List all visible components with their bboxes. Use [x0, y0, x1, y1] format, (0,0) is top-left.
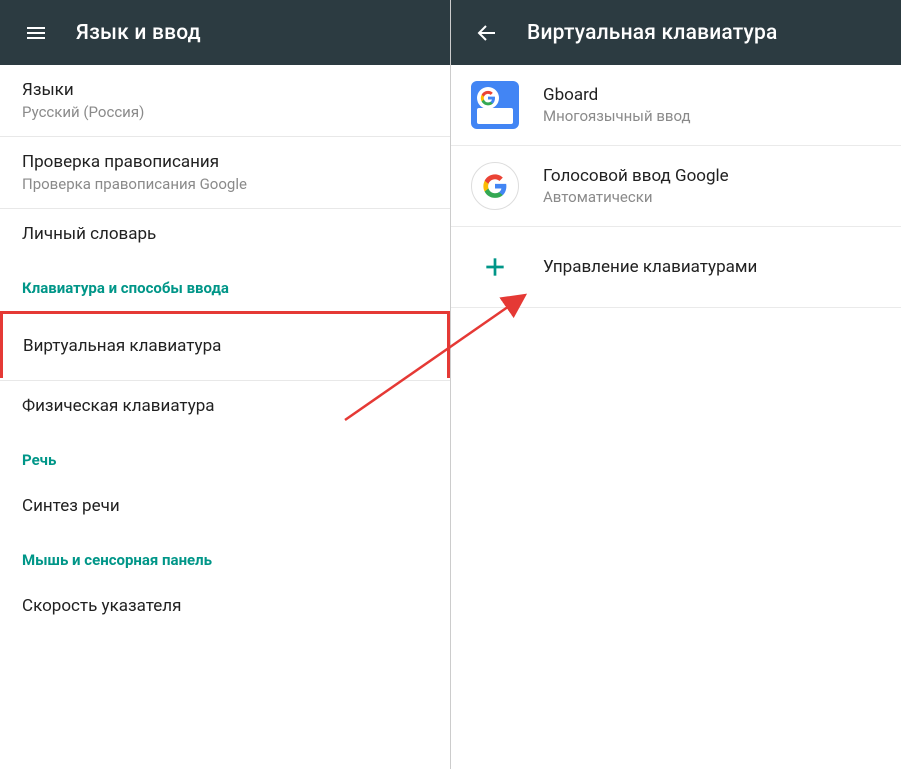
- row-pointer-speed-title: Скорость указателя: [22, 596, 428, 616]
- page-title-right: Виртуальная клавиатура: [527, 21, 778, 45]
- row-manage-keyboards[interactable]: Управление клавиатурами: [451, 227, 901, 308]
- row-spellcheck-title: Проверка правописания: [22, 152, 428, 172]
- virtual-keyboard-settings: Виртуальная клавиатура Gboard Многоязычн…: [451, 0, 901, 769]
- row-tts[interactable]: Синтез речи: [0, 481, 450, 531]
- row-gvoice-title: Голосовой ввод Google: [543, 166, 729, 186]
- row-gboard-title: Gboard: [543, 85, 691, 105]
- row-google-voice[interactable]: Голосовой ввод Google Автоматически: [451, 146, 901, 227]
- row-spellcheck[interactable]: Проверка правописания Проверка правописа…: [0, 137, 450, 209]
- row-virtual-keyboard[interactable]: Виртуальная клавиатура: [0, 311, 450, 378]
- row-gvoice-subtitle: Автоматически: [543, 188, 729, 206]
- keyboard-list: Gboard Многоязычный ввод Голосовой ввод …: [451, 65, 901, 769]
- section-mouse: Мышь и сенсорная панель: [0, 531, 450, 581]
- page-title-left: Язык и ввод: [76, 21, 201, 45]
- row-physical-keyboard[interactable]: Физическая клавиатура: [0, 380, 450, 431]
- row-languages-subtitle: Русский (Россия): [22, 103, 428, 121]
- row-gboard-subtitle: Многоязычный ввод: [543, 107, 691, 125]
- row-dictionary-title: Личный словарь: [22, 224, 428, 244]
- row-dictionary[interactable]: Личный словарь: [0, 209, 450, 259]
- menu-icon[interactable]: [14, 11, 58, 55]
- row-virtual-keyboard-title: Виртуальная клавиатура: [23, 336, 427, 356]
- appbar-left: Язык и ввод: [0, 0, 450, 65]
- language-input-settings: Язык и ввод Языки Русский (Россия) Прове…: [0, 0, 451, 769]
- row-pointer-speed[interactable]: Скорость указателя: [0, 581, 450, 631]
- plus-icon: [471, 243, 519, 291]
- row-physical-keyboard-title: Физическая клавиатура: [22, 396, 428, 416]
- row-spellcheck-subtitle: Проверка правописания Google: [22, 175, 428, 193]
- section-keyboard: Клавиатура и способы ввода: [0, 259, 450, 309]
- row-tts-title: Синтез речи: [22, 496, 428, 516]
- google-voice-icon: [471, 162, 519, 210]
- row-manage-title: Управление клавиатурами: [543, 257, 757, 277]
- back-icon[interactable]: [465, 11, 509, 55]
- section-speech: Речь: [0, 431, 450, 481]
- row-languages-title: Языки: [22, 80, 428, 100]
- row-gboard[interactable]: Gboard Многоязычный ввод: [451, 65, 901, 146]
- gboard-icon: [471, 81, 519, 129]
- appbar-right: Виртуальная клавиатура: [451, 0, 901, 65]
- row-languages[interactable]: Языки Русский (Россия): [0, 65, 450, 137]
- settings-list-left: Языки Русский (Россия) Проверка правопис…: [0, 65, 450, 769]
